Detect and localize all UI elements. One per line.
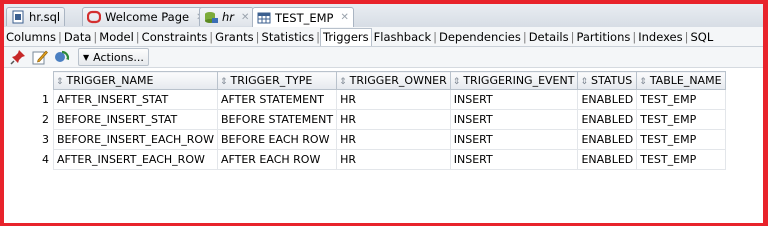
doc-tab-label: hr xyxy=(222,10,235,24)
sort-icon: ⇕ xyxy=(580,77,588,87)
edit-icon[interactable] xyxy=(32,49,48,65)
cell-trigger-name[interactable]: AFTER_INSERT_STAT xyxy=(53,89,218,110)
tab-grants[interactable]: Grants xyxy=(213,30,255,44)
cell-trigger-name[interactable]: BEFORE_INSERT_EACH_ROW xyxy=(53,129,218,150)
doc-tab-test-emp[interactable]: TEST_EMP ✕ xyxy=(252,7,354,27)
caret-down-icon: ▼ xyxy=(83,52,90,62)
cell-trigger-type[interactable]: BEFORE EACH ROW xyxy=(216,129,338,150)
doc-tab-hr[interactable]: hr ✕ xyxy=(199,7,255,26)
document-tab-bar: hr.sql Welcome Page ✕ hr ✕ TEST_EMP ✕ xyxy=(4,4,763,28)
cell-status[interactable]: ENABLED xyxy=(577,89,638,110)
cell-table-name[interactable]: TEST_EMP xyxy=(636,89,726,110)
tab-triggers[interactable]: Triggers xyxy=(319,28,372,46)
table-icon xyxy=(257,12,271,23)
tab-details[interactable]: Details xyxy=(527,30,571,44)
cell-trigger-owner[interactable]: HR xyxy=(336,149,451,170)
row-number: 3 xyxy=(42,133,49,146)
cell-status[interactable]: ENABLED xyxy=(577,109,638,130)
cell-trigger-type[interactable]: AFTER STATEMENT xyxy=(216,89,338,110)
tab-dependencies[interactable]: Dependencies xyxy=(437,30,523,44)
cell-table-name[interactable]: TEST_EMP xyxy=(636,129,726,150)
refresh-icon[interactable] xyxy=(54,49,70,65)
cell-trigger-type[interactable]: AFTER EACH ROW xyxy=(216,149,338,170)
table-row[interactable]: 1 AFTER_INSERT_STAT AFTER STATEMENT HR I… xyxy=(8,89,726,110)
cell-status[interactable]: ENABLED xyxy=(577,149,638,170)
sql-file-icon xyxy=(12,10,24,24)
cell-table-name[interactable]: TEST_EMP xyxy=(636,149,726,170)
cell-triggering-event[interactable]: INSERT xyxy=(449,129,579,150)
results-table: ⇕ TRIGGER_NAME ⇕ TRIGGER_TYPE ⇕ TRIGGER_OWN… xyxy=(8,71,726,170)
row-number: 2 xyxy=(42,113,49,126)
cell-status[interactable]: ENABLED xyxy=(577,129,638,150)
cell-trigger-name[interactable]: AFTER_INSERT_EACH_ROW xyxy=(53,149,218,170)
doc-tab-label: TEST_EMP xyxy=(275,10,334,25)
column-header-trigger-name[interactable]: ⇕ TRIGGER_NAME xyxy=(53,71,218,90)
tab-constraints[interactable]: Constraints xyxy=(140,30,210,44)
cell-triggering-event[interactable]: INSERT xyxy=(449,109,579,130)
column-header-triggering-event[interactable]: ⇕ TRIGGERING_EVENT xyxy=(449,71,579,90)
tab-sql[interactable]: SQL xyxy=(689,30,716,44)
tab-indexes[interactable]: Indexes xyxy=(636,30,684,44)
cell-trigger-owner[interactable]: HR xyxy=(336,89,451,110)
table-header-row: ⇕ TRIGGER_NAME ⇕ TRIGGER_TYPE ⇕ TRIGGER_OWN… xyxy=(8,71,726,90)
actions-label: Actions... xyxy=(93,50,144,64)
oracle-logo-icon xyxy=(87,10,101,24)
column-header-table-name[interactable]: ⇕ TABLE_NAME xyxy=(636,71,726,90)
table-row[interactable]: 3 BEFORE_INSERT_EACH_ROW BEFORE EACH ROW… xyxy=(8,129,726,150)
tab-model[interactable]: Model xyxy=(97,30,136,44)
cell-triggering-event[interactable]: INSERT xyxy=(449,89,579,110)
sort-icon: ⇕ xyxy=(339,77,347,87)
actions-menu-button[interactable]: ▼ Actions... xyxy=(78,48,149,66)
sort-icon: ⇕ xyxy=(452,77,461,87)
pin-icon[interactable] xyxy=(10,49,26,65)
doc-tab-label: Welcome Page xyxy=(105,10,190,24)
tab-statistics[interactable]: Statistics xyxy=(260,30,317,44)
column-header-trigger-type[interactable]: ⇕ TRIGGER_TYPE xyxy=(216,71,338,90)
row-number: 1 xyxy=(42,93,49,106)
triggers-grid: ⇕ TRIGGER_NAME ⇕ TRIGGER_TYPE ⇕ TRIGGER_OWN… xyxy=(4,69,763,223)
grid-toolbar: ▼ Actions... xyxy=(4,47,763,68)
close-icon[interactable]: ✕ xyxy=(241,12,249,23)
tab-flashback[interactable]: Flashback xyxy=(372,30,433,44)
database-connection-icon xyxy=(205,12,218,23)
tab-partitions[interactable]: Partitions xyxy=(574,30,632,44)
column-header-status[interactable]: ⇕ STATUS xyxy=(577,71,638,90)
sort-icon: ⇕ xyxy=(639,77,647,87)
row-number: 4 xyxy=(42,153,49,166)
table-row[interactable]: 2 BEFORE_INSERT_STAT BEFORE STATEMENT HR… xyxy=(8,109,726,130)
cell-triggering-event[interactable]: INSERT xyxy=(449,149,579,170)
tab-data[interactable]: Data xyxy=(62,30,93,44)
column-header-trigger-owner[interactable]: ⇕ TRIGGER_OWNER xyxy=(336,71,451,90)
cell-trigger-type[interactable]: BEFORE STATEMENT xyxy=(216,109,338,130)
doc-tab-hr-sql[interactable]: hr.sql xyxy=(6,7,66,26)
close-icon[interactable]: ✕ xyxy=(341,12,349,23)
doc-tab-label: hr.sql xyxy=(29,10,61,24)
cell-table-name[interactable]: TEST_EMP xyxy=(636,109,726,130)
cell-trigger-owner[interactable]: HR xyxy=(336,129,451,150)
sort-icon: ⇕ xyxy=(56,77,64,87)
cell-trigger-owner[interactable]: HR xyxy=(336,109,451,130)
object-sub-tab-bar: Columns | Data | Model | Constraints | Grant… xyxy=(4,27,763,47)
tab-columns[interactable]: Columns xyxy=(4,30,58,44)
sort-icon: ⇕ xyxy=(219,77,228,87)
doc-tab-welcome-page[interactable]: Welcome Page ✕ xyxy=(82,7,210,26)
row-number-header xyxy=(8,72,54,90)
table-row[interactable]: 4 AFTER_INSERT_EACH_ROW AFTER EACH ROW H… xyxy=(8,149,726,170)
cell-trigger-name[interactable]: BEFORE_INSERT_STAT xyxy=(53,109,218,130)
